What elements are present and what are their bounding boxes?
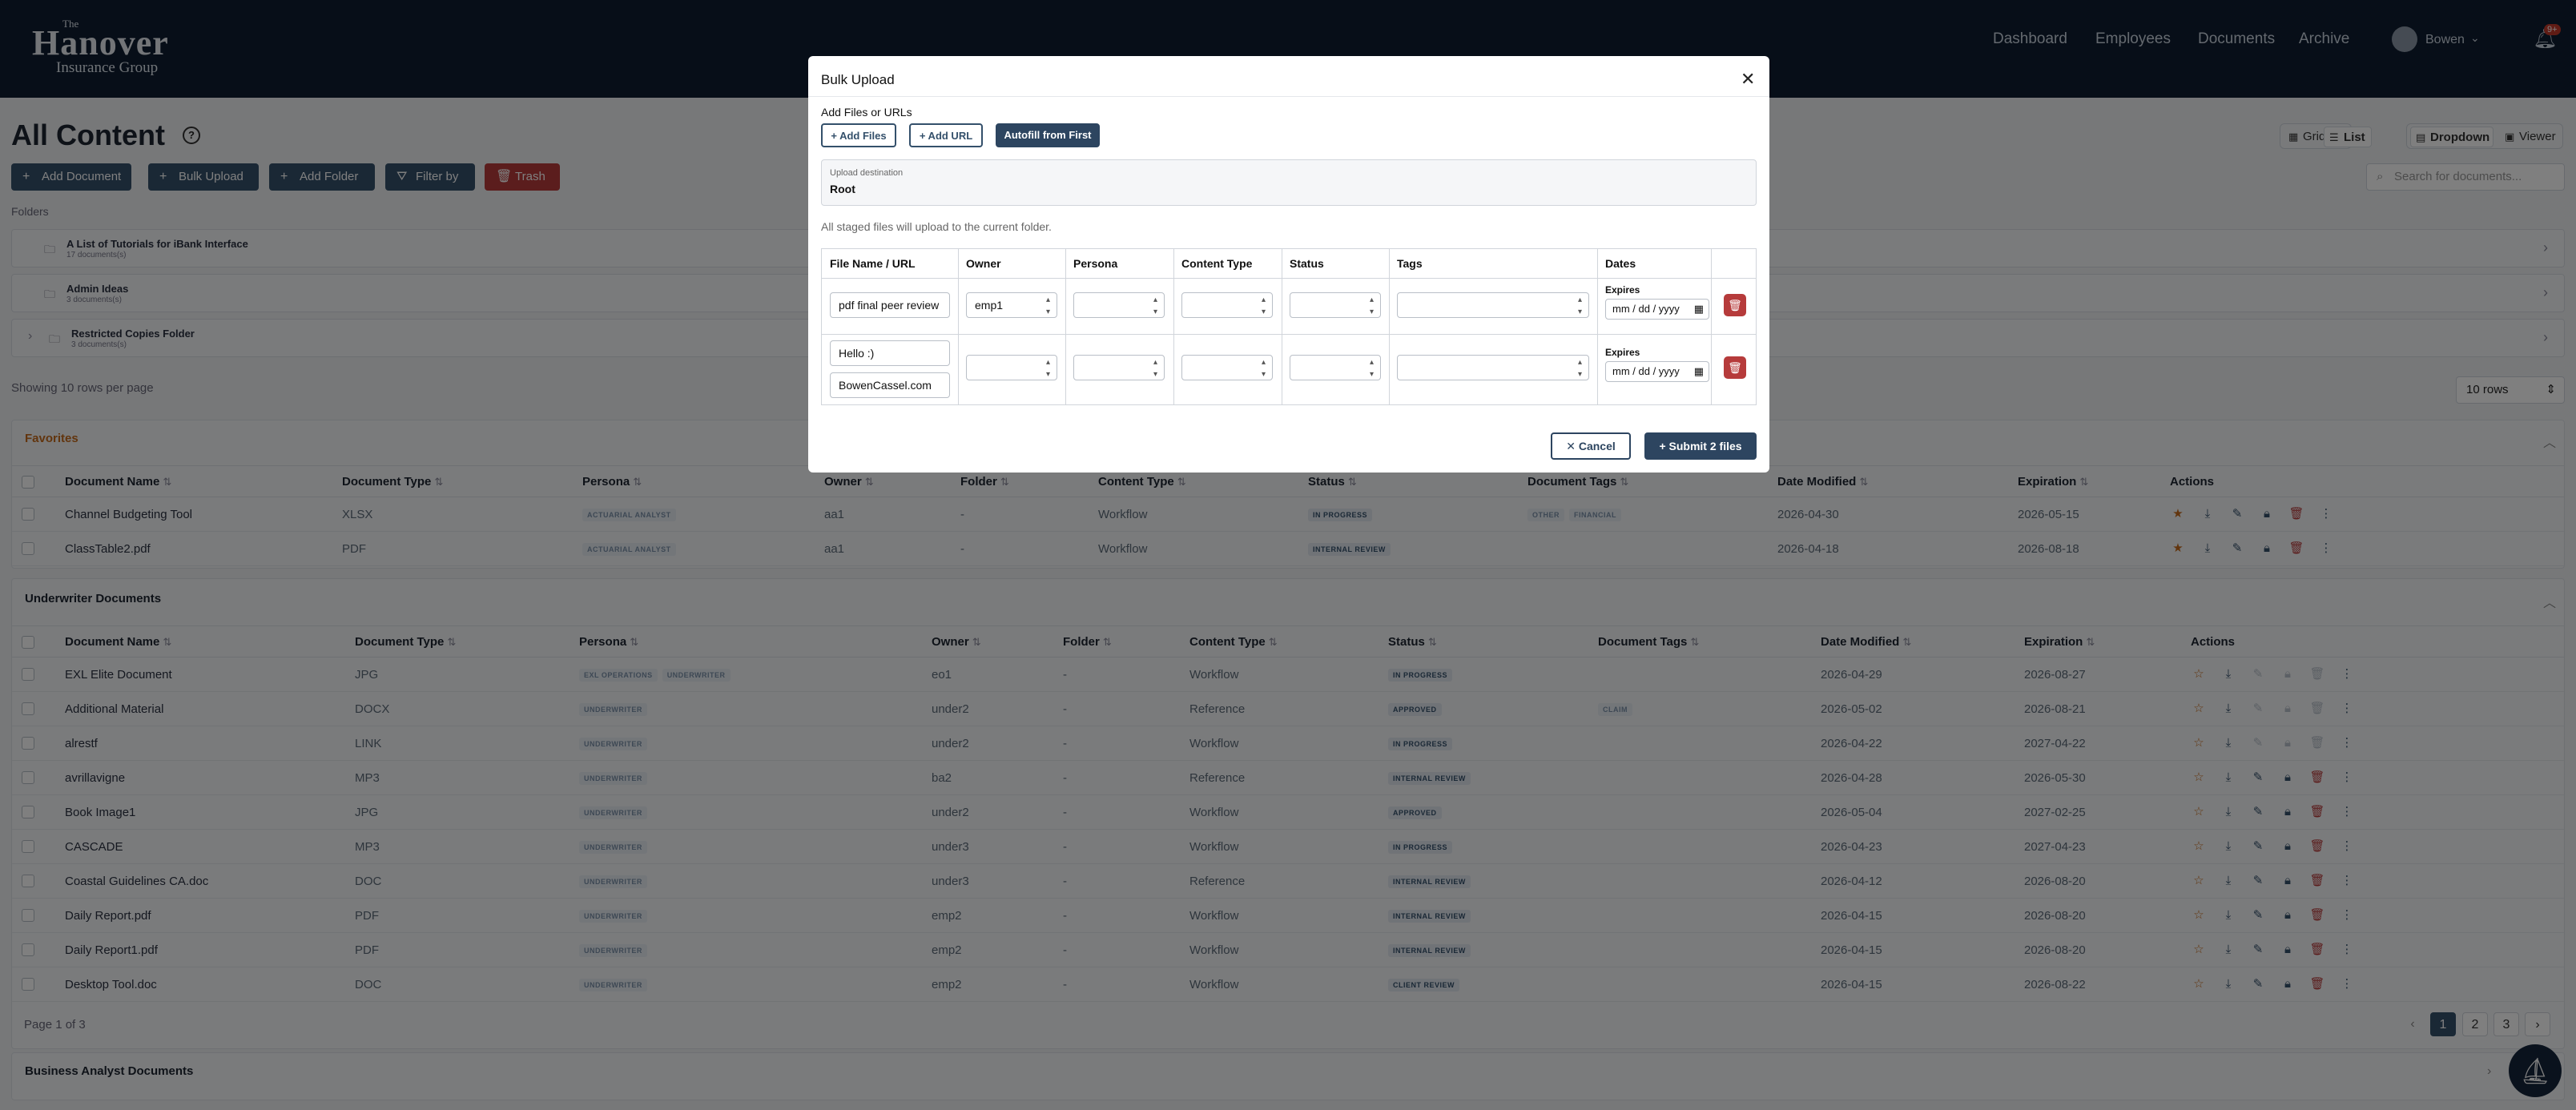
updown-icon: ▴ ▾: [1045, 358, 1050, 379]
divider: [1065, 249, 1066, 404]
col-tags: Tags: [1397, 257, 1423, 270]
cancel-button[interactable]: ✕ Cancel: [1551, 432, 1631, 460]
upload-destination-field: Upload destination Root: [821, 159, 1757, 206]
col-status: Status: [1290, 257, 1324, 270]
add-files-label: Add Files or URLs: [821, 106, 912, 119]
divider: [808, 96, 1769, 97]
updown-icon: ▴ ▾: [1577, 358, 1582, 379]
staging-note: All staged files will upload to the curr…: [821, 220, 1052, 233]
expires-date-input[interactable]: mm / dd / yyyy ▦: [1605, 299, 1709, 320]
modal-title: Bulk Upload: [821, 72, 895, 87]
delete-row-button[interactable]: 🗑︎: [1724, 294, 1746, 316]
calendar-icon: ▦: [1693, 303, 1704, 315]
updown-icon: ▴ ▾: [1577, 296, 1582, 316]
tags-select[interactable]: ▴ ▾: [1397, 292, 1589, 318]
col-file-name: File Name / URL: [830, 257, 916, 270]
owner-select[interactable]: emp1 ▴ ▾: [966, 292, 1057, 318]
add-url-button[interactable]: + Add URL: [909, 123, 983, 147]
persona-select[interactable]: ▴ ▾: [1073, 355, 1165, 380]
content-type-select[interactable]: ▴ ▾: [1181, 355, 1273, 380]
bulk-upload-modal: Bulk Upload ✕ Add Files or URLs + Add Fi…: [808, 56, 1769, 473]
col-persona: Persona: [1073, 257, 1118, 270]
add-files-button[interactable]: + Add Files: [821, 123, 896, 147]
divider: [958, 249, 959, 404]
updown-icon: ▴ ▾: [1261, 296, 1266, 316]
submit-files-button[interactable]: + Submit 2 files: [1644, 432, 1757, 460]
col-dates: Dates: [1605, 257, 1636, 270]
expires-label: Expires: [1605, 347, 1640, 358]
owner-select[interactable]: ▴ ▾: [966, 355, 1057, 380]
updown-icon: ▴ ▾: [1369, 358, 1374, 379]
status-select[interactable]: ▴ ▾: [1290, 355, 1381, 380]
col-owner: Owner: [966, 257, 1001, 270]
calendar-icon: ▦: [1693, 365, 1704, 377]
divider: [1173, 249, 1174, 404]
updown-icon: ▴ ▾: [1153, 358, 1157, 379]
divider: [1389, 249, 1390, 404]
close-icon[interactable]: ✕: [1741, 69, 1755, 90]
updown-icon: ▴ ▾: [1153, 296, 1157, 316]
updown-icon: ▴ ▾: [1261, 358, 1266, 379]
destination-value: Root: [830, 183, 855, 195]
url-input[interactable]: BowenCassel.com: [830, 372, 950, 398]
updown-icon: ▴ ▾: [1045, 296, 1050, 316]
staged-files-table: File Name / URL Owner Persona Content Ty…: [821, 248, 1757, 405]
file-name-input[interactable]: Hello :): [830, 340, 950, 366]
persona-select[interactable]: ▴ ▾: [1073, 292, 1165, 318]
status-select[interactable]: ▴ ▾: [1290, 292, 1381, 318]
file-name-input[interactable]: pdf final peer review: [830, 292, 950, 318]
col-content-type: Content Type: [1181, 257, 1253, 270]
divider: [822, 334, 1756, 335]
delete-row-button[interactable]: 🗑︎: [1724, 356, 1746, 379]
divider: [1597, 249, 1598, 404]
destination-label: Upload destination: [830, 168, 904, 178]
expires-label: Expires: [1605, 284, 1640, 296]
expires-date-input[interactable]: mm / dd / yyyy ▦: [1605, 361, 1709, 382]
autofill-button[interactable]: Autofill from First: [996, 123, 1100, 147]
divider: [1711, 249, 1712, 404]
content-type-select[interactable]: ▴ ▾: [1181, 292, 1273, 318]
tags-select[interactable]: ▴ ▾: [1397, 355, 1589, 380]
divider: [822, 278, 1756, 279]
updown-icon: ▴ ▾: [1369, 296, 1374, 316]
